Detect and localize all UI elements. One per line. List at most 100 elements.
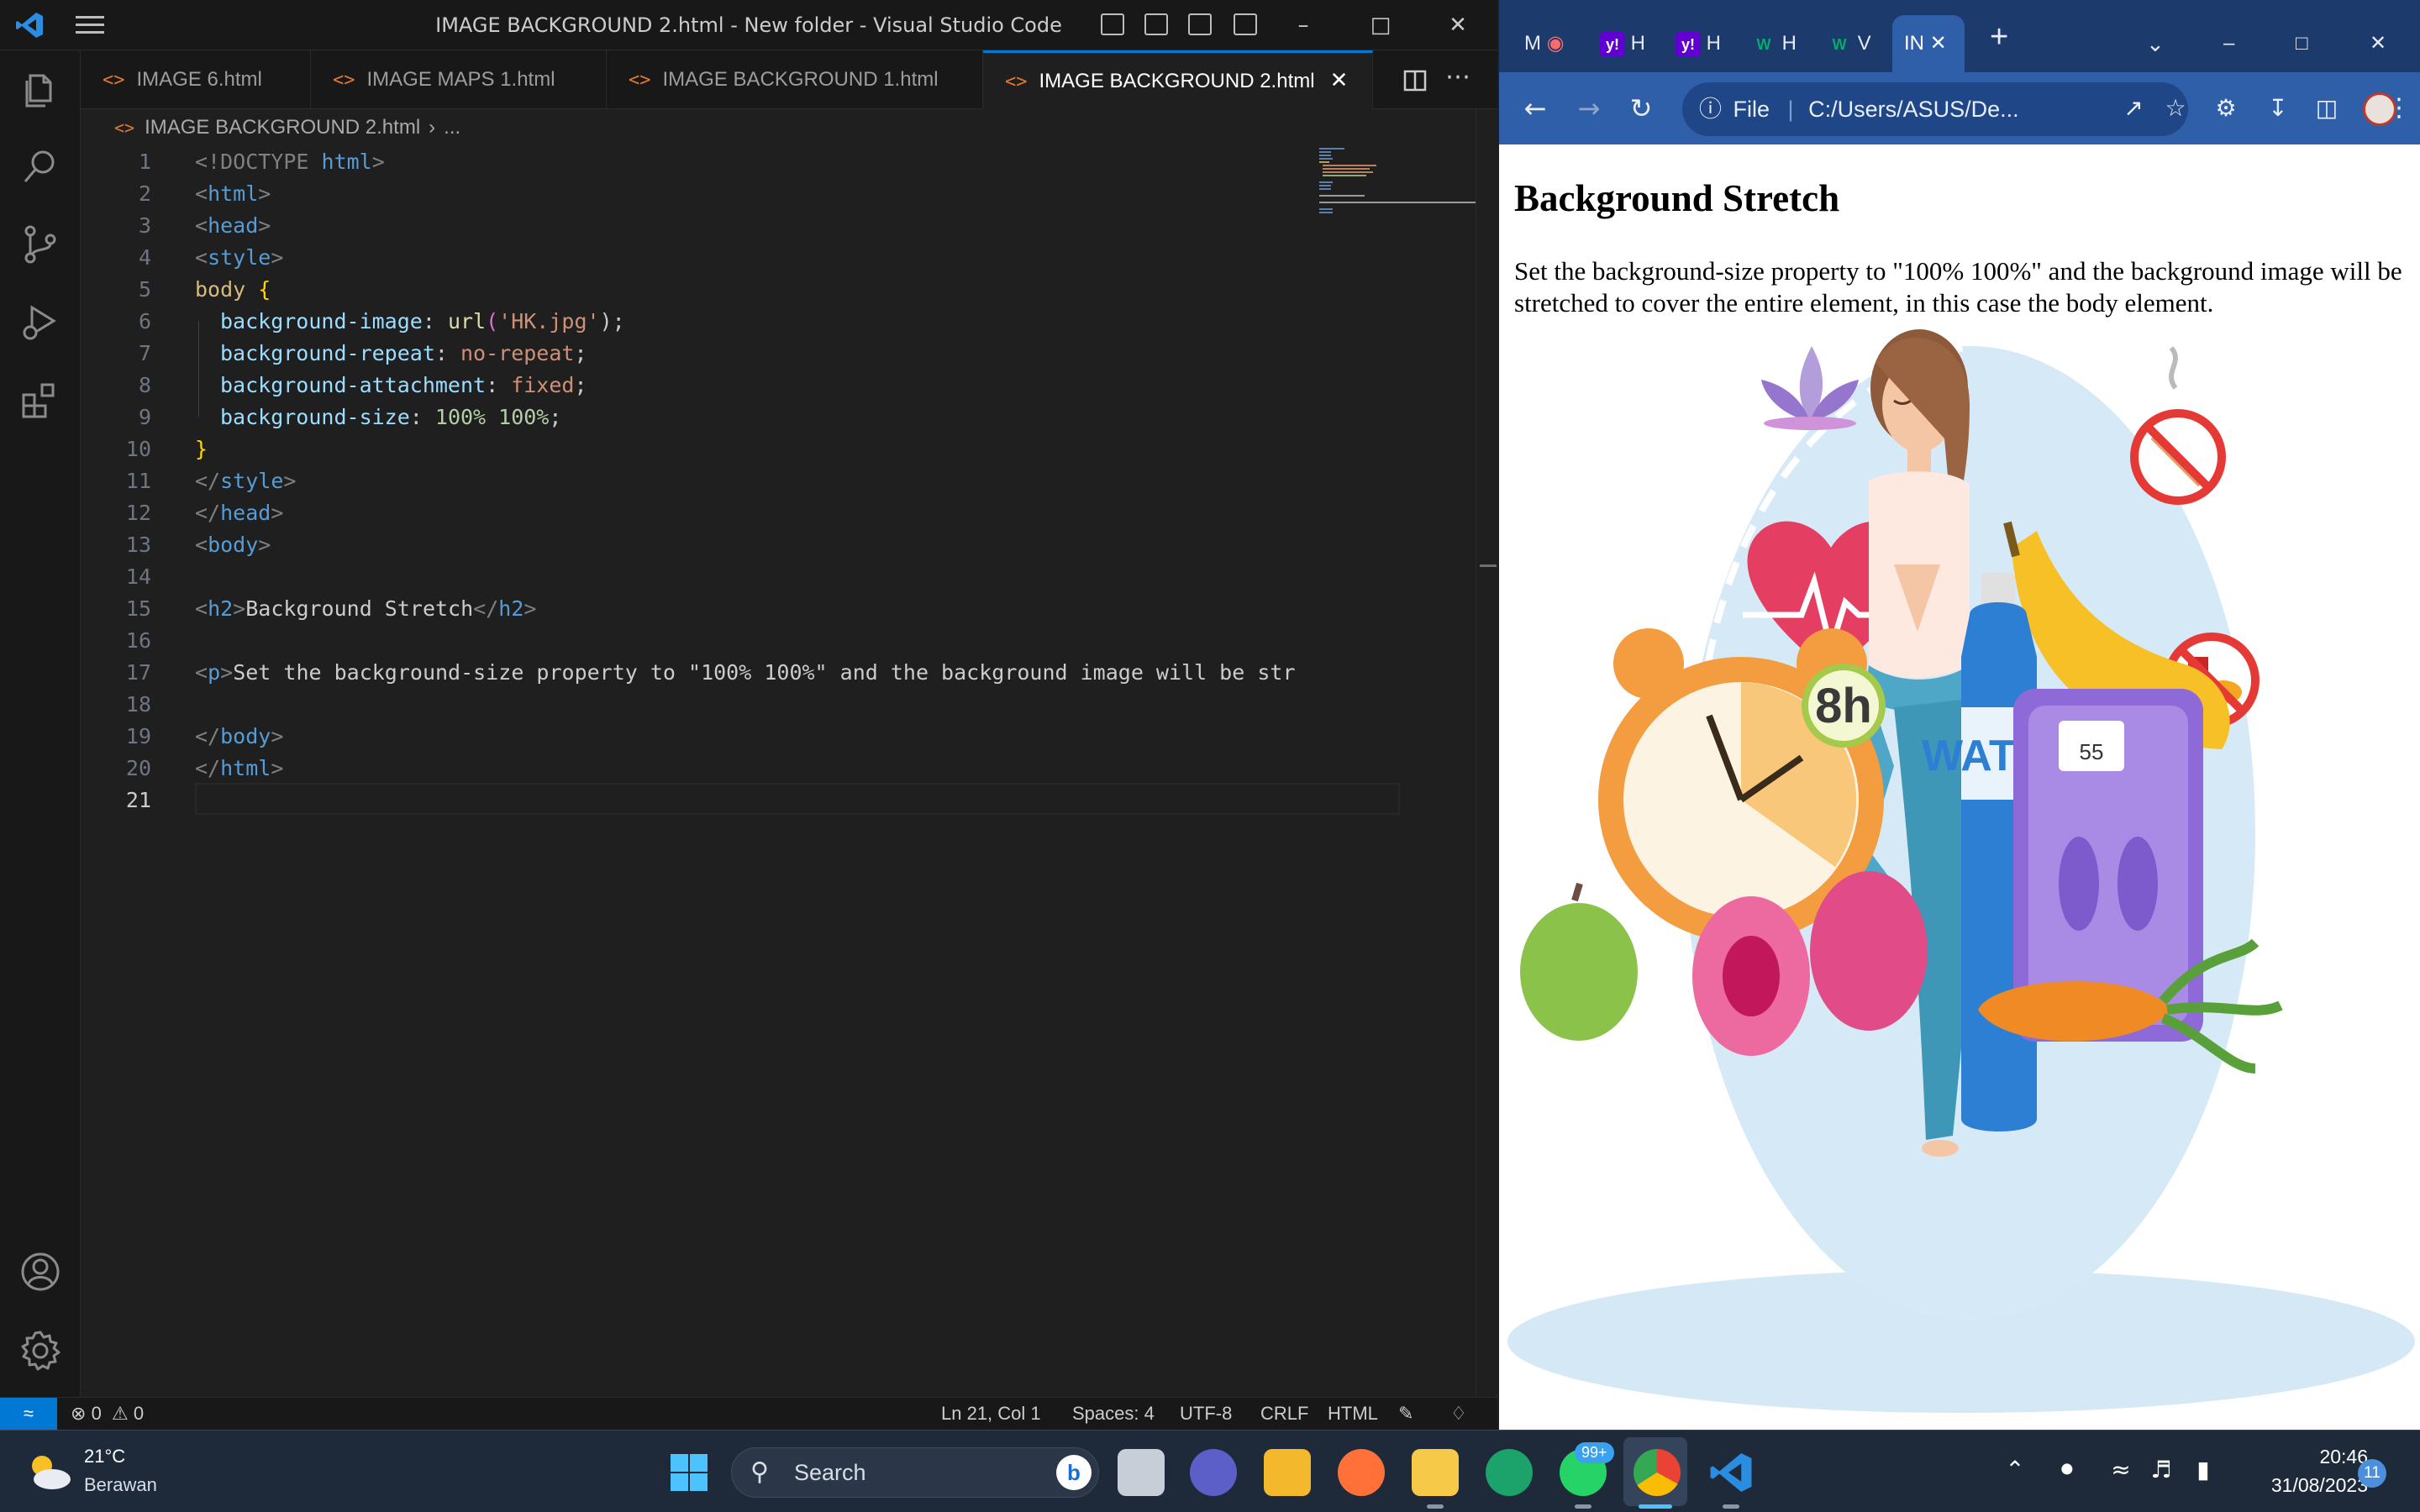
breadcrumb-file[interactable]: IMAGE BACKGROUND 2.html bbox=[145, 116, 420, 139]
forward-icon[interactable]: → bbox=[1568, 87, 1610, 129]
settings-gear-icon[interactable] bbox=[18, 1329, 62, 1373]
show-hidden-icons-chevron-up-icon[interactable]: ⌃ bbox=[1998, 1456, 2032, 1483]
weather-description[interactable]: Berawan bbox=[84, 1474, 157, 1496]
close-window-icon[interactable]: ✕ bbox=[1422, 0, 1494, 50]
toggle-secondary-sidebar-icon[interactable] bbox=[1188, 13, 1212, 35]
taskbar-search-box[interactable]: ⚲ Search b bbox=[731, 1447, 1099, 1498]
minimap-line bbox=[1319, 185, 1331, 186]
cursor-position[interactable]: Ln 21, Col 1 bbox=[941, 1398, 1041, 1430]
notifications-bell-icon[interactable]: ♢ bbox=[1450, 1398, 1467, 1430]
new-tab-button[interactable]: + bbox=[1990, 8, 2008, 66]
address-scheme: File bbox=[1733, 97, 1770, 122]
toggle-primary-sidebar-icon[interactable] bbox=[1101, 13, 1124, 35]
share-icon[interactable]: ↗ bbox=[2112, 87, 2154, 129]
status-bar: ≈ ⊗ 0 ⚠ 0 Ln 21, Col 1 Spaces: 4 UTF-8 C… bbox=[0, 1397, 1497, 1431]
toggle-panel-icon[interactable] bbox=[1144, 13, 1168, 35]
bing-icon[interactable]: b bbox=[1056, 1455, 1092, 1490]
code-line: background-image: url('HK.jpg'); bbox=[220, 309, 625, 333]
weather-partly-cloudy-icon[interactable] bbox=[24, 1451, 74, 1493]
line-number: 2 bbox=[138, 181, 151, 206]
vscode-window: IMAGE BACKGROUND 2.html - New folder - V… bbox=[0, 0, 1497, 1431]
line-number: 10 bbox=[125, 437, 151, 461]
run-debug-icon[interactable] bbox=[18, 301, 62, 344]
html-file-icon: <> bbox=[333, 70, 355, 91]
browser-tab-yahoo-1[interactable]: y! H bbox=[1600, 15, 1645, 72]
minimap-line bbox=[1319, 202, 1484, 203]
reload-icon[interactable]: ↻ bbox=[1620, 87, 1662, 129]
file-explorer-icon[interactable] bbox=[1412, 1449, 1459, 1496]
volume-icon[interactable]: ♬ bbox=[2144, 1456, 2178, 1483]
encoding[interactable]: UTF-8 bbox=[1180, 1398, 1232, 1430]
tab-image-maps-1[interactable]: <> IMAGE MAPS 1.html bbox=[311, 50, 607, 109]
line-number: 18 bbox=[125, 692, 151, 717]
bookmark-star-icon[interactable]: ☆ bbox=[2154, 87, 2196, 129]
chrome-icon[interactable] bbox=[1634, 1449, 1681, 1496]
feedback-icon[interactable]: ✎ bbox=[1398, 1398, 1413, 1430]
tab-image-background-1[interactable]: <> IMAGE BACKGROUND 1.html bbox=[607, 50, 983, 109]
split-editor-icon[interactable] bbox=[1403, 69, 1427, 92]
vscode-taskbar-icon[interactable] bbox=[1709, 1451, 1753, 1494]
chrome-menu-icon[interactable]: ⋮ bbox=[2386, 87, 2412, 129]
minimap[interactable] bbox=[1319, 146, 1487, 1389]
yahoo-icon: y! bbox=[1600, 31, 1625, 57]
clock-date[interactable]: 31/08/2023 bbox=[2225, 1474, 2368, 1497]
code-line: <p>Set the background-size property to "… bbox=[195, 660, 1296, 685]
tab-label: IN bbox=[1904, 32, 1924, 55]
browser-tab-strip: M ◉ y! H y! H W H W V IN ✕ + ⌄ – □ ✕ bbox=[1499, 0, 2420, 72]
microsoft-store-icon[interactable] bbox=[1264, 1449, 1311, 1496]
more-actions-icon[interactable]: ⋯ bbox=[1445, 62, 1470, 92]
browser-tab-yahoo-2[interactable]: y! H bbox=[1676, 15, 1721, 72]
edge-icon[interactable] bbox=[1486, 1449, 1533, 1496]
wifi-icon[interactable]: ≈ bbox=[2104, 1456, 2138, 1483]
maximize-icon[interactable]: □ bbox=[1344, 0, 1417, 50]
extensions-icon[interactable] bbox=[18, 380, 62, 423]
editor-scrollbar[interactable] bbox=[1476, 109, 1497, 1394]
tab-image-6[interactable]: <> IMAGE 6.html bbox=[81, 50, 311, 109]
browser-close-icon[interactable]: ✕ bbox=[2370, 15, 2386, 72]
remote-indicator-icon[interactable]: ≈ bbox=[0, 1398, 57, 1431]
task-view-icon[interactable] bbox=[1118, 1449, 1165, 1496]
line-ending[interactable]: CRLF bbox=[1260, 1398, 1308, 1430]
weather-temperature[interactable]: 21°C bbox=[84, 1446, 125, 1467]
firefox-icon[interactable] bbox=[1338, 1449, 1385, 1496]
source-control-icon[interactable] bbox=[18, 223, 62, 266]
browser-tab-w3-2[interactable]: W V bbox=[1827, 15, 1871, 72]
teams-chat-icon[interactable] bbox=[1190, 1449, 1237, 1496]
back-icon[interactable]: ← bbox=[1514, 87, 1556, 129]
extensions-puzzle-icon[interactable]: ⚙ bbox=[2205, 87, 2247, 129]
windows-start-icon[interactable] bbox=[669, 1452, 709, 1493]
minimap-line bbox=[1319, 212, 1333, 213]
search-icon[interactable] bbox=[18, 144, 62, 188]
close-tab-icon[interactable]: ✕ bbox=[1330, 67, 1349, 92]
browser-tab-gmail[interactable]: M ◉ bbox=[1524, 15, 1565, 72]
editor-tabs: <> IMAGE 6.html <> IMAGE MAPS 1.html <> IMA… bbox=[81, 50, 1497, 109]
code-editor[interactable]: 1 2 3 4 5 6 7 8 9 10 11 12 13 14 15 16 1… bbox=[81, 146, 1400, 1389]
tab-label: IMAGE BACKGROUND 2.html bbox=[1039, 70, 1315, 92]
minimize-icon[interactable]: – bbox=[1267, 0, 1339, 50]
battery-icon[interactable]: ▮ bbox=[2186, 1456, 2220, 1483]
clock-time[interactable]: 20:46 bbox=[2284, 1446, 2368, 1468]
browser-tab-active[interactable]: IN ✕ bbox=[1892, 15, 1965, 72]
code-line: background-repeat: no-repeat; bbox=[220, 341, 587, 365]
minimap-line bbox=[1319, 208, 1333, 210]
vscode-titlebar: IMAGE BACKGROUND 2.html - New folder - V… bbox=[0, 0, 1497, 50]
breadcrumb-more[interactable]: ... bbox=[444, 116, 460, 139]
site-info-icon[interactable]: ⓘ bbox=[1699, 97, 1722, 122]
language-mode[interactable]: HTML bbox=[1328, 1398, 1378, 1430]
notification-count-badge[interactable]: 11 bbox=[2358, 1459, 2386, 1488]
indentation[interactable]: Spaces: 4 bbox=[1072, 1398, 1155, 1430]
browser-minimize-icon[interactable]: – bbox=[2223, 15, 2234, 72]
problems-indicator[interactable]: ⊗ 0 ⚠ 0 bbox=[71, 1398, 144, 1430]
side-panel-icon[interactable]: ◫ bbox=[2306, 87, 2348, 129]
tab-search-chevron-down-icon[interactable]: ⌄ bbox=[2146, 15, 2165, 72]
error-count: 0 bbox=[91, 1403, 102, 1424]
tab-image-background-2[interactable]: <> IMAGE BACKGROUND 2.html ✕ bbox=[983, 50, 1373, 109]
close-tab-icon[interactable]: ✕ bbox=[1930, 32, 1947, 55]
browser-tab-w3-1[interactable]: W H bbox=[1751, 15, 1797, 72]
customize-layout-icon[interactable] bbox=[1234, 13, 1257, 35]
accounts-icon[interactable] bbox=[18, 1250, 62, 1294]
microphone-icon[interactable]: ⚫ bbox=[2050, 1456, 2084, 1483]
explorer-icon[interactable] bbox=[18, 69, 62, 113]
browser-maximize-icon[interactable]: □ bbox=[2296, 15, 2308, 72]
download-icon[interactable]: ↧ bbox=[2257, 87, 2299, 129]
